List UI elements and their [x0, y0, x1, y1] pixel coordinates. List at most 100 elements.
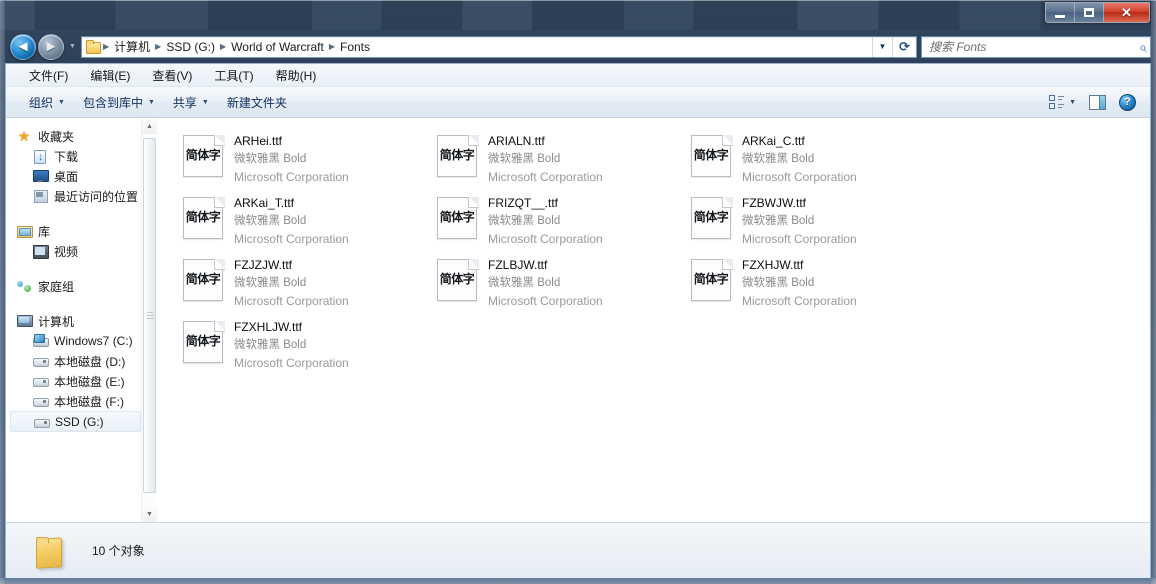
- font-icon-label: 简体字: [183, 335, 223, 347]
- breadcrumb-item-0[interactable]: 计算机: [110, 37, 154, 56]
- search-icon[interactable]: ⌕: [1136, 40, 1147, 54]
- navigation-list: ★ 收藏夹 下载 桌面 最近访问的位置: [6, 118, 141, 522]
- sidebar-item-homegroup[interactable]: 家庭组: [6, 276, 141, 296]
- file-item[interactable]: 简体字 FZXHJW.ttf 微软雅黑 Bold Microsoft Corpo…: [671, 250, 925, 312]
- video-icon: [32, 243, 48, 259]
- navigation-scrollbar[interactable]: ▲ ▼: [141, 118, 156, 522]
- window-frame-bottom: [0, 578, 1156, 584]
- search-box[interactable]: ⌕: [921, 36, 1151, 58]
- organize-label: 组织: [29, 94, 53, 111]
- font-file-icon: 简体字: [181, 321, 225, 366]
- chevron-down-icon: ▼: [1069, 99, 1076, 106]
- file-item[interactable]: 简体字 ARIALN.ttf 微软雅黑 Bold Microsoft Corpo…: [417, 126, 671, 188]
- sidebar-item-drive-f[interactable]: 本地磁盘 (F:): [6, 391, 141, 411]
- breadcrumb-item-3[interactable]: Fonts: [336, 39, 374, 55]
- sidebar-item-label: 视频: [54, 243, 78, 260]
- drive-icon: [32, 393, 48, 409]
- file-grid: 简体字 ARHei.ttf 微软雅黑 Bold Microsoft Corpor…: [163, 126, 1150, 374]
- file-font-name: 微软雅黑 Bold: [488, 274, 669, 292]
- scroll-up-button[interactable]: ▲: [142, 118, 157, 134]
- share-label: 共享: [173, 94, 197, 111]
- file-item[interactable]: 简体字 FZJZJW.ttf 微软雅黑 Bold Microsoft Corpo…: [163, 250, 417, 312]
- sidebar-item-drive-g[interactable]: SSD (G:): [10, 411, 141, 432]
- file-list-pane[interactable]: 简体字 ARHei.ttf 微软雅黑 Bold Microsoft Corpor…: [157, 118, 1150, 522]
- navigation-buttons: ◄ ► ▼: [5, 34, 78, 60]
- scrollbar-thumb[interactable]: [143, 138, 156, 493]
- organize-button[interactable]: 组织 ▼: [20, 91, 74, 114]
- breadcrumb-separator[interactable]: ▶: [219, 42, 227, 51]
- file-item[interactable]: 简体字 FZLBJW.ttf 微软雅黑 Bold Microsoft Corpo…: [417, 250, 671, 312]
- sidebar-item-downloads[interactable]: 下载: [6, 146, 141, 166]
- breadcrumb-item-1[interactable]: SSD (G:): [162, 39, 219, 55]
- include-in-library-button[interactable]: 包含到库中 ▼: [74, 91, 164, 114]
- share-button[interactable]: 共享 ▼: [164, 91, 218, 114]
- explorer-body: ★ 收藏夹 下载 桌面 最近访问的位置: [6, 118, 1150, 522]
- sidebar-item-label: 收藏夹: [38, 128, 74, 145]
- file-vendor: Microsoft Corporation: [234, 292, 415, 310]
- scroll-down-button[interactable]: ▼: [142, 506, 157, 522]
- file-meta: FZBWJW.ttf 微软雅黑 Bold Microsoft Corporati…: [742, 192, 923, 248]
- status-item-count: 10 个对象: [92, 542, 145, 559]
- file-meta: FZXHLJW.ttf 微软雅黑 Bold Microsoft Corporat…: [234, 316, 415, 372]
- breadcrumb-separator[interactable]: ▶: [102, 42, 110, 51]
- forward-button[interactable]: ►: [38, 34, 64, 60]
- file-meta: ARIALN.ttf 微软雅黑 Bold Microsoft Corporati…: [488, 130, 669, 186]
- chevron-down-icon: ▼: [202, 99, 209, 106]
- close-button[interactable]: ✕: [1104, 3, 1149, 22]
- menu-file[interactable]: 文件(F): [18, 65, 79, 86]
- file-item[interactable]: 简体字 ARKai_T.ttf 微软雅黑 Bold Microsoft Corp…: [163, 188, 417, 250]
- breadcrumb-item-2[interactable]: World of Warcraft: [227, 39, 328, 55]
- minimize-button[interactable]: [1046, 3, 1075, 22]
- file-vendor: Microsoft Corporation: [234, 230, 415, 248]
- file-vendor: Microsoft Corporation: [234, 354, 415, 372]
- file-font-name: 微软雅黑 Bold: [234, 212, 415, 230]
- file-name: ARKai_C.ttf: [742, 132, 923, 150]
- sidebar-item-computer[interactable]: 计算机: [6, 311, 141, 331]
- sidebar-item-recent-places[interactable]: 最近访问的位置: [6, 186, 141, 206]
- file-item[interactable]: 简体字 ARKai_C.ttf 微软雅黑 Bold Microsoft Corp…: [671, 126, 925, 188]
- sidebar-item-label: Windows7 (C:): [54, 334, 133, 348]
- sidebar-item-desktop[interactable]: 桌面: [6, 166, 141, 186]
- menu-edit[interactable]: 编辑(E): [79, 65, 141, 86]
- file-font-name: 微软雅黑 Bold: [742, 212, 923, 230]
- back-button[interactable]: ◄: [10, 34, 36, 60]
- breadcrumb-separator[interactable]: ▶: [328, 42, 336, 51]
- font-icon-label: 简体字: [183, 273, 223, 285]
- nav-spacer: [6, 208, 141, 221]
- sidebar-item-label: 本地磁盘 (D:): [54, 353, 125, 370]
- menu-tools[interactable]: 工具(T): [203, 65, 264, 86]
- menu-view[interactable]: 查看(V): [141, 65, 203, 86]
- sidebar-item-drive-c[interactable]: Windows7 (C:): [6, 331, 141, 351]
- change-view-button[interactable]: ▼: [1045, 93, 1080, 111]
- file-item[interactable]: 简体字 FZXHLJW.ttf 微软雅黑 Bold Microsoft Corp…: [163, 312, 417, 374]
- history-dropdown-button[interactable]: ▼: [67, 34, 78, 60]
- file-item[interactable]: 简体字 FRIZQT__.ttf 微软雅黑 Bold Microsoft Cor…: [417, 188, 671, 250]
- file-item[interactable]: 简体字 ARHei.ttf 微软雅黑 Bold Microsoft Corpor…: [163, 126, 417, 188]
- file-item[interactable]: 简体字 FZBWJW.ttf 微软雅黑 Bold Microsoft Corpo…: [671, 188, 925, 250]
- breadcrumb-separator[interactable]: ▶: [154, 42, 162, 51]
- refresh-button[interactable]: ⟳: [892, 37, 916, 57]
- new-folder-label: 新建文件夹: [227, 94, 287, 111]
- file-font-name: 微软雅黑 Bold: [488, 212, 669, 230]
- help-icon: ?: [1119, 94, 1136, 111]
- font-icon-label: 简体字: [437, 211, 477, 223]
- font-icon-label: 简体字: [691, 149, 731, 161]
- menu-help[interactable]: 帮助(H): [265, 65, 328, 86]
- help-button[interactable]: ?: [1115, 92, 1140, 113]
- font-file-icon: 简体字: [435, 197, 479, 242]
- sidebar-item-drive-e[interactable]: 本地磁盘 (E:): [6, 371, 141, 391]
- breadcrumb-bar[interactable]: ▶ 计算机 ▶ SSD (G:) ▶ World of Warcraft ▶ F…: [81, 36, 917, 58]
- file-font-name: 微软雅黑 Bold: [234, 274, 415, 292]
- chevron-down-icon: ▼: [879, 42, 887, 51]
- sidebar-item-libraries[interactable]: 库: [6, 221, 141, 241]
- command-bar: 组织 ▼ 包含到库中 ▼ 共享 ▼ 新建文件夹: [6, 87, 1150, 118]
- sidebar-item-drive-d[interactable]: 本地磁盘 (D:): [6, 351, 141, 371]
- preview-pane-button[interactable]: [1085, 93, 1110, 112]
- search-input[interactable]: [929, 40, 1136, 54]
- sidebar-item-videos[interactable]: 视频: [6, 241, 141, 261]
- sidebar-item-favorites[interactable]: ★ 收藏夹: [6, 126, 141, 146]
- new-folder-button[interactable]: 新建文件夹: [218, 91, 296, 114]
- address-dropdown-button[interactable]: ▼: [872, 37, 892, 57]
- file-name: ARHei.ttf: [234, 132, 415, 150]
- maximize-button[interactable]: [1075, 3, 1104, 22]
